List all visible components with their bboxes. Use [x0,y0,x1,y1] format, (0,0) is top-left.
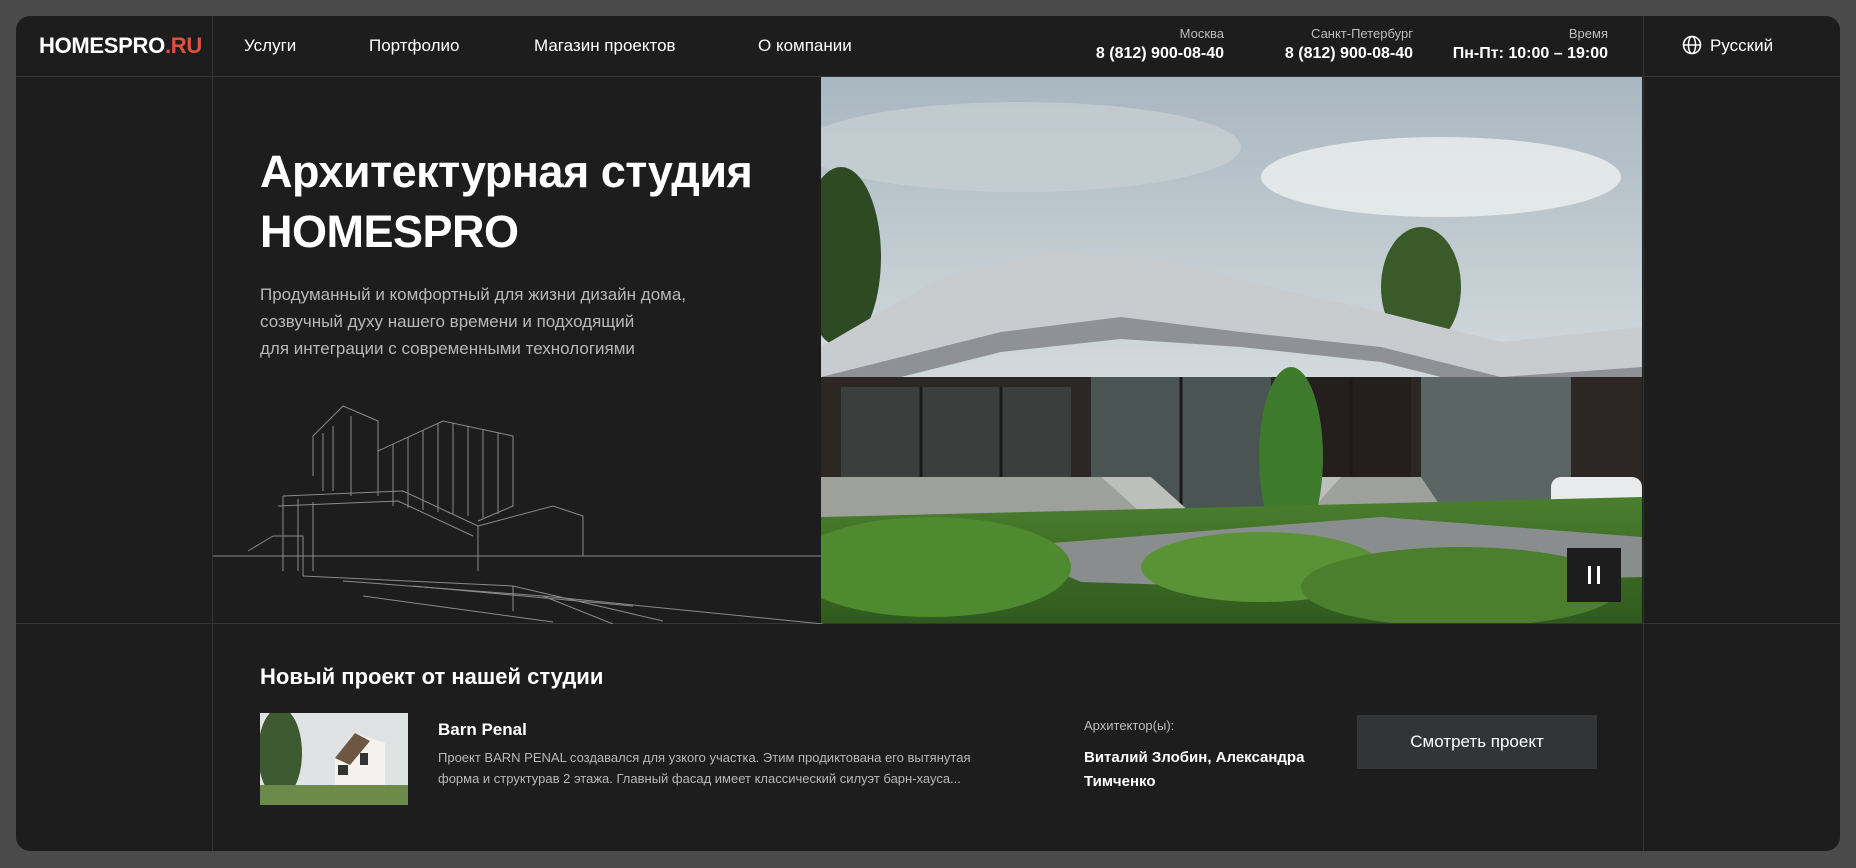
contact-city: Санкт-Петербург [1311,26,1413,41]
logo-accent: .RU [164,33,202,58]
page-frame: HOMESPRO.RU Услуги Портфолио Магазин про… [16,16,1840,851]
view-project-button[interactable]: Смотреть проект [1357,715,1597,769]
hero-description: Продуманный и комфортный для жизни дизай… [260,281,740,362]
hero-title: Архитектурная студия HOMESPRO [260,142,780,262]
contact-phone[interactable]: 8 (812) 900-08-40 [1096,42,1224,66]
globe-icon [1682,35,1702,54]
contact-hours: Время Пн-Пт: 10:00 – 19:00 [1453,26,1608,66]
project-name[interactable]: Barn Penal [438,720,527,740]
contact-moscow: Москва 8 (812) 900-08-40 [1096,26,1224,66]
working-hours: Пн-Пт: 10:00 – 19:00 [1452,45,1608,62]
nav-portfolio[interactable]: Портфолио [369,16,459,76]
project-thumbnail[interactable] [260,713,408,805]
nav-project-shop[interactable]: Магазин проектов [534,16,676,76]
slider-pause-button[interactable] [1567,548,1621,602]
logo-main: HOMESPRO [39,33,165,58]
house-sketch-illustration [213,405,823,624]
hero-title-line: HOMESPRO [260,206,519,257]
language-selector[interactable]: Русский [1682,16,1773,76]
hero-description-line: для интеграции с современными технология… [260,339,635,358]
project-description: Проект BARN PENAL создавался для узкого … [438,747,1038,789]
hero-description-line: Продуманный и комфортный для жизни дизай… [260,285,687,304]
pause-icon [1585,566,1603,584]
contact-spb: Санкт-Петербург 8 (812) 900-08-40 [1285,26,1413,66]
logo[interactable]: HOMESPRO.RU [39,16,202,76]
language-label: Русский [1710,36,1774,55]
new-project-heading: Новый проект от нашей студии [260,664,604,689]
contact-phone[interactable]: 8 (812) 900-08-40 [1285,42,1413,66]
house-render [821,77,1642,623]
architects-names-line: Тимченко [1084,773,1156,790]
architects-label: Архитектор(ы): [1084,718,1175,733]
architects-names: Виталий Злобин, Александра Тимченко [1084,746,1324,794]
lang-divider [1643,16,1644,76]
nav-about[interactable]: О компании [758,16,852,76]
hero-house-image [821,77,1642,623]
barn-house-image [260,713,408,805]
grid-line [1643,16,1644,851]
hero-description-line: созвучный духу нашего времени и подходящ… [260,312,635,331]
contact-label: Время [1568,26,1608,41]
hero-title-line: Архитектурная студия [260,146,753,197]
contact-city: Москва [1179,26,1224,41]
project-description-line: Проект BARN PENAL создавался для узкого … [438,750,971,765]
project-description-line: форма и структурав 2 этажа. Главный фаса… [438,771,961,786]
nav-services[interactable]: Услуги [244,16,296,76]
architects-names-line: Виталий Злобин, Александра [1084,749,1305,766]
